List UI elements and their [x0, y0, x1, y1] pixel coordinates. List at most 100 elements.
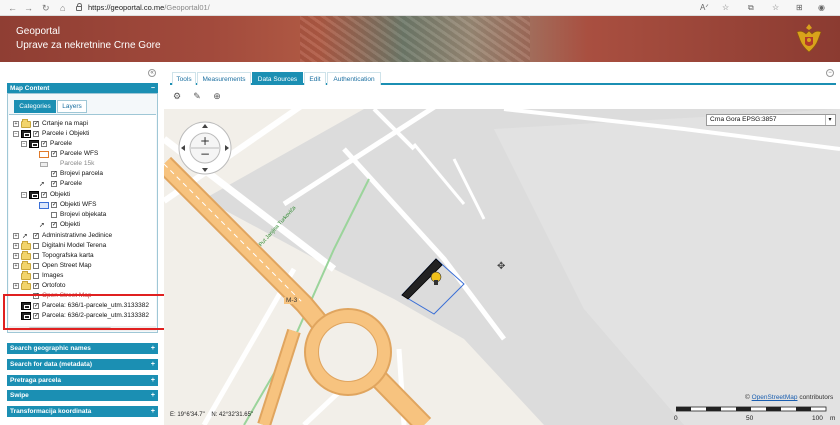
expand-icon[interactable]: + — [13, 121, 19, 127]
section-label: Transformacija koordinata — [10, 408, 92, 415]
tree-item-label: Objekti — [60, 221, 81, 228]
tree-item-label: Administrativne Jedinice — [42, 232, 113, 239]
collapse-panel-icon[interactable]: « — [148, 69, 156, 77]
expand-icon[interactable]: + — [151, 375, 155, 386]
layer-checkbox[interactable] — [33, 281, 39, 291]
tab-data-sources[interactable]: Data Sources — [252, 72, 303, 85]
coord-e: E: 19°6'34.7" — [170, 412, 205, 418]
tree-item-label: Digitalni Model Terena — [42, 242, 107, 249]
url-path: /Geoportal01/ — [164, 3, 210, 12]
highlight-annotation — [3, 294, 175, 330]
pretraga-parcela-header[interactable]: Pretraga parcela + — [7, 375, 158, 386]
browser-toolbar: ← → ↻ ⌂ https://geoportal.co.me/Geoporta… — [0, 0, 840, 16]
favorites-bar-icon[interactable]: ☆ — [772, 2, 779, 14]
forward-icon[interactable]: → — [24, 2, 33, 14]
collapse-icon[interactable]: − — [21, 192, 27, 198]
layer-checkbox[interactable] — [51, 169, 57, 179]
header-map-texture — [300, 16, 530, 62]
feature-pin-icon: ➚ — [39, 181, 45, 188]
layer-checkbox[interactable] — [33, 231, 39, 241]
folder-icon — [21, 281, 31, 290]
site-subtitle: Uprave za nekretnine Crne Gore — [16, 40, 161, 51]
address-bar[interactable]: https://geoportal.co.me/Geoportal01/ — [76, 1, 736, 15]
layer-checkbox[interactable] — [33, 253, 39, 259]
expand-icon[interactable]: + — [13, 283, 19, 289]
extensions-icon[interactable]: ⧉ — [748, 2, 754, 14]
tab-authentication[interactable]: Authentication — [327, 72, 381, 85]
layer-checkbox[interactable] — [41, 190, 47, 200]
expand-icon[interactable]: + — [151, 390, 155, 401]
copyright-symbol: © — [745, 394, 750, 401]
layer-checkbox[interactable] — [51, 179, 57, 189]
search-geographic-names-header[interactable]: Search geographic names + — [7, 343, 158, 354]
tab-tools[interactable]: Tools — [172, 72, 196, 85]
tab-categories[interactable]: Categories — [14, 100, 56, 113]
layer-checkbox[interactable] — [33, 273, 39, 279]
folder-icon — [21, 241, 31, 250]
tree-item-label: Parcele WFS — [60, 150, 99, 157]
tree-item-label: Crtanje na mapi — [42, 120, 88, 127]
tree-item-label: Topografska karta — [42, 252, 94, 259]
chevron-down-icon[interactable]: ▾ — [825, 115, 834, 125]
tab-edit[interactable]: Edit — [304, 72, 326, 85]
osm-link[interactable]: OpenStreetMap — [752, 394, 798, 401]
search-metadata-header[interactable]: Search for data (metadata) + — [7, 359, 158, 370]
layer-checkbox[interactable] — [33, 119, 39, 129]
folder-icon — [21, 119, 31, 128]
folder-icon — [21, 261, 31, 270]
tree-item-label: Parcele — [60, 180, 83, 187]
tab-layers[interactable]: Layers — [57, 100, 87, 113]
layer-checkbox[interactable] — [33, 243, 39, 249]
add-layer-icon[interactable]: ✎ — [192, 91, 202, 101]
expand-icon[interactable]: + — [13, 263, 19, 269]
back-icon[interactable]: ← — [8, 2, 17, 14]
tree-item-label: Objekti WFS — [60, 201, 97, 208]
coordinate-readout: E: 19°6'34.7" N: 42°32'31.65" — [170, 412, 253, 418]
collapse-icon[interactable]: − — [21, 141, 27, 147]
crs-select[interactable]: Crna Gora EPSG:3857 ▾ — [706, 114, 836, 126]
tab-measurements[interactable]: Measurements — [197, 72, 251, 85]
tree-item-label: Ortofoto — [42, 282, 66, 289]
expand-icon[interactable]: + — [13, 233, 19, 239]
close-toolbar-icon[interactable]: − — [826, 69, 834, 77]
layer-checkbox[interactable] — [33, 129, 39, 139]
tree-item-label: Parcele 15k — [60, 160, 95, 167]
lock-icon[interactable] — [76, 3, 82, 11]
transformacija-koordinata-header[interactable]: Transformacija koordinata + — [7, 406, 158, 417]
collections-icon[interactable]: ⊞ — [796, 2, 803, 14]
feature-pin-icon: ➚ — [39, 222, 45, 229]
collapse-icon[interactable]: − — [13, 131, 19, 137]
layer-checkbox[interactable] — [51, 212, 57, 218]
home-icon[interactable]: ⌂ — [60, 2, 65, 14]
polygon-symbol-icon — [39, 202, 49, 209]
layer-group-icon — [29, 140, 39, 148]
layer-checkbox[interactable] — [51, 149, 57, 159]
polygon-symbol-icon — [39, 151, 49, 158]
tree-item-label: Images — [42, 272, 64, 279]
expand-icon[interactable]: + — [151, 406, 155, 417]
expand-icon[interactable]: + — [13, 253, 19, 259]
folder-icon — [21, 251, 31, 260]
swipe-header[interactable]: Swipe + — [7, 390, 158, 401]
zoom-in-icon: + — [200, 134, 210, 148]
expand-icon[interactable]: + — [151, 343, 155, 354]
tree-item-label: Open Street Map — [42, 262, 92, 269]
layer-checkbox[interactable] — [51, 200, 57, 210]
layer-checkbox[interactable] — [33, 263, 39, 269]
favorite-icon[interactable]: ☆ — [722, 2, 729, 14]
zoom-pan-control[interactable]: + − — [178, 121, 232, 175]
import-data-icon[interactable]: ⊕ — [212, 91, 222, 101]
attribution-suffix: contributors — [799, 394, 834, 401]
layer-checkbox[interactable] — [51, 220, 57, 230]
expand-icon[interactable]: + — [151, 359, 155, 370]
section-label: Search for data (metadata) — [10, 361, 92, 368]
layer-checkbox[interactable] — [41, 139, 47, 149]
scale-bar — [676, 406, 827, 412]
read-aloud-icon[interactable]: Aᐟ — [700, 2, 709, 14]
expand-icon[interactable]: + — [13, 243, 19, 249]
refresh-icon[interactable]: ↻ — [42, 2, 50, 14]
scale-label-50: 50 — [746, 415, 754, 422]
profile-icon[interactable]: ◉ — [818, 2, 825, 14]
section-label: Pretraga parcela — [10, 377, 61, 384]
add-wms-icon[interactable]: ⚙ — [172, 91, 182, 101]
